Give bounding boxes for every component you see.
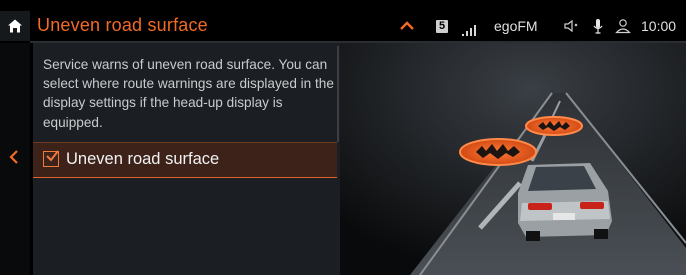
info-panel: Service warns of uneven road surface. Yo…: [33, 43, 340, 275]
channel-badge: 5: [436, 11, 448, 41]
road-hazard-illustration: [340, 43, 686, 275]
page-title: Uneven road surface: [37, 15, 208, 35]
scrollbar[interactable]: [337, 46, 339, 142]
signal-icon: [462, 16, 476, 36]
option-label: Uneven road surface: [66, 150, 220, 168]
status-bar: Uneven road surface 5 egoFM 10:00: [0, 11, 686, 41]
radio-station: egoFM: [494, 18, 538, 34]
description-text: Service warns of uneven road surface. Yo…: [43, 57, 334, 130]
mute-speaker-icon: [564, 19, 578, 33]
user-icon: [615, 19, 631, 34]
clock: 10:00: [641, 18, 677, 34]
uneven-road-option[interactable]: Uneven road surface: [33, 142, 337, 178]
microphone-icon: [593, 19, 603, 34]
chevron-left-icon[interactable]: [6, 148, 24, 166]
home-icon: [8, 19, 22, 33]
chevron-up-icon[interactable]: [395, 14, 419, 38]
home-button[interactable]: [0, 11, 30, 41]
checkbox-checked-icon[interactable]: [43, 150, 59, 167]
